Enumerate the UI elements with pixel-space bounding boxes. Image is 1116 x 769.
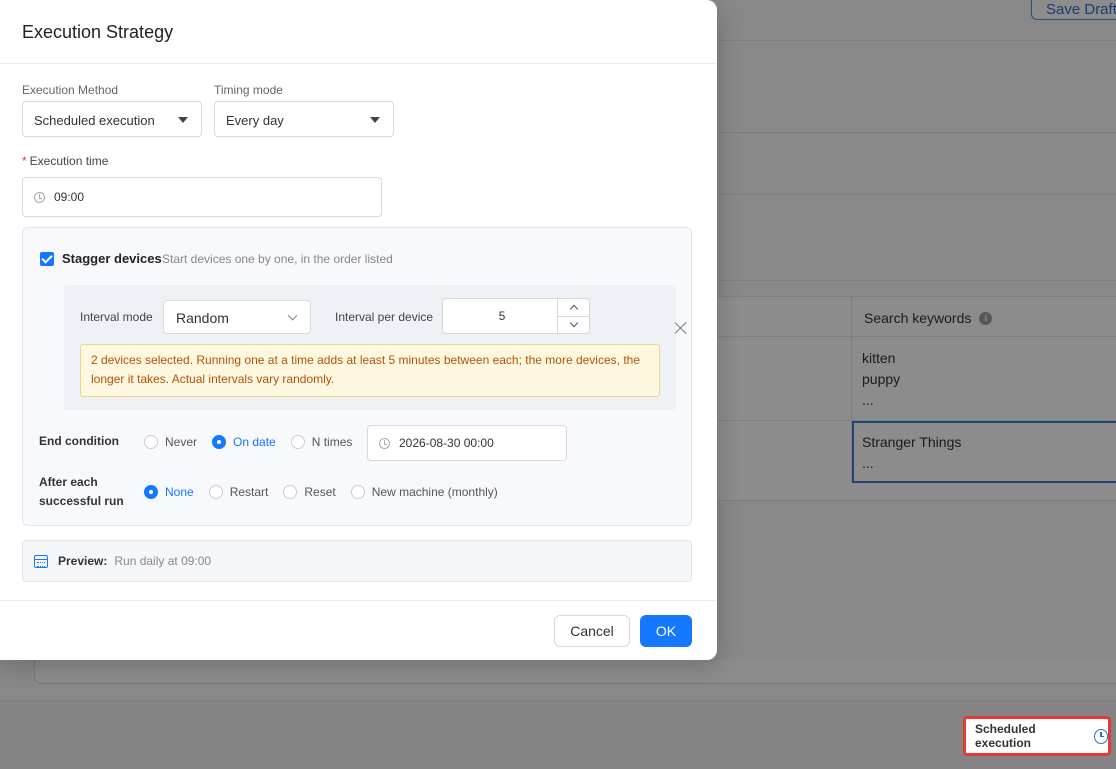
- interval-per-device-label: Interval per device: [335, 310, 434, 324]
- end-condition-on-date[interactable]: On date: [212, 435, 276, 449]
- interval-mode-select[interactable]: Random: [163, 300, 311, 334]
- timing-mode-label: Timing mode: [214, 83, 283, 97]
- after-run-none[interactable]: None: [144, 485, 194, 499]
- radio-label: On date: [233, 435, 276, 449]
- end-condition-never[interactable]: Never: [144, 435, 197, 449]
- interval-mode-label: Interval mode: [80, 310, 153, 324]
- after-run-reset[interactable]: Reset: [283, 485, 336, 499]
- radio-label: Reset: [304, 485, 336, 499]
- ok-button[interactable]: OK: [640, 615, 692, 647]
- radio-icon: [290, 435, 305, 449]
- scheduled-execution-badge[interactable]: Scheduled execution: [963, 716, 1111, 756]
- increment-button[interactable]: [558, 299, 589, 316]
- execution-method-label: Execution Method: [22, 83, 119, 97]
- execution-method-value: Scheduled execution: [34, 113, 155, 128]
- cancel-button[interactable]: Cancel: [554, 615, 630, 647]
- dialog-header: Execution Strategy: [0, 0, 717, 64]
- radio-label: N times: [311, 435, 353, 449]
- caret-down-icon: [370, 117, 380, 123]
- end-condition-n-times[interactable]: N times: [290, 435, 353, 449]
- after-run-label: After each successful run: [39, 475, 124, 508]
- after-run-new-machine[interactable]: New machine (monthly): [350, 485, 498, 499]
- calendar-icon: [34, 554, 48, 568]
- timing-mode-value: Every day: [226, 113, 284, 128]
- timing-mode-select[interactable]: Every day: [214, 101, 394, 137]
- execution-time-label: * Execution time: [22, 154, 108, 168]
- preview-text: Run daily at 09:00: [114, 554, 212, 568]
- radio-checked-icon: [144, 485, 158, 499]
- radio-label: Never: [165, 435, 198, 449]
- radio-icon: [283, 485, 298, 499]
- interval-settings-panel: Interval mode Random Interval per device…: [64, 285, 676, 410]
- schedule-preview: Preview: Run daily at 09:00: [22, 540, 692, 582]
- radio-checked-icon: [212, 435, 227, 449]
- radio-label: Restart: [229, 485, 269, 499]
- end-condition-label: End condition: [39, 434, 119, 448]
- radio-icon: [350, 485, 365, 499]
- stagger-devices-checkbox[interactable]: [40, 252, 54, 266]
- execution-time-input[interactable]: 09:00: [22, 177, 382, 217]
- after-run-restart[interactable]: Restart: [208, 485, 269, 499]
- clock-icon: [34, 191, 45, 203]
- end-date-value: 2026-08-30 00:00: [399, 436, 494, 450]
- stagger-devices-section: Stagger devices Start devices one by one…: [22, 227, 692, 526]
- radio-icon: [144, 435, 158, 449]
- interval-mode-value: Random: [176, 310, 229, 326]
- execution-time-value: 09:00: [54, 190, 85, 204]
- end-condition-radio-group: Never On date N times: [144, 435, 367, 449]
- scheduled-execution-label: Scheduled execution: [975, 722, 1036, 750]
- execution-time-label-text: Execution time: [29, 154, 109, 168]
- interval-per-device-value: 5: [498, 309, 506, 323]
- stagger-devices-hint: Start devices one by one, in the order l…: [162, 252, 393, 266]
- decrement-button[interactable]: [558, 316, 589, 333]
- execution-strategy-dialog: Execution Strategy Execution Method Sche…: [0, 0, 717, 660]
- interval-per-device-input[interactable]: 5: [442, 298, 590, 334]
- clock-icon: [1093, 728, 1108, 744]
- number-stepper: [557, 299, 589, 333]
- preview-label: Preview:: [58, 554, 108, 568]
- interval-warning: 2 devices selected. Running one at a tim…: [80, 344, 660, 397]
- chevron-down-icon: [287, 310, 298, 321]
- radio-label: New machine (monthly): [371, 485, 498, 499]
- after-run-radio-group: None Restart Reset New machine (monthly): [144, 485, 513, 499]
- end-date-input[interactable]: 2026-08-30 00:00: [367, 425, 567, 461]
- dialog-footer: Cancel OK: [0, 600, 717, 660]
- caret-down-icon: [178, 117, 188, 123]
- execution-method-select[interactable]: Scheduled execution: [22, 101, 202, 137]
- radio-label: None: [165, 485, 194, 499]
- required-mark: *: [22, 154, 27, 168]
- clock-icon: [379, 437, 390, 449]
- radio-icon: [208, 485, 223, 499]
- close-icon[interactable]: [674, 321, 688, 335]
- stagger-devices-title: Stagger devices: [62, 251, 162, 266]
- dialog-title: Execution Strategy: [22, 22, 174, 42]
